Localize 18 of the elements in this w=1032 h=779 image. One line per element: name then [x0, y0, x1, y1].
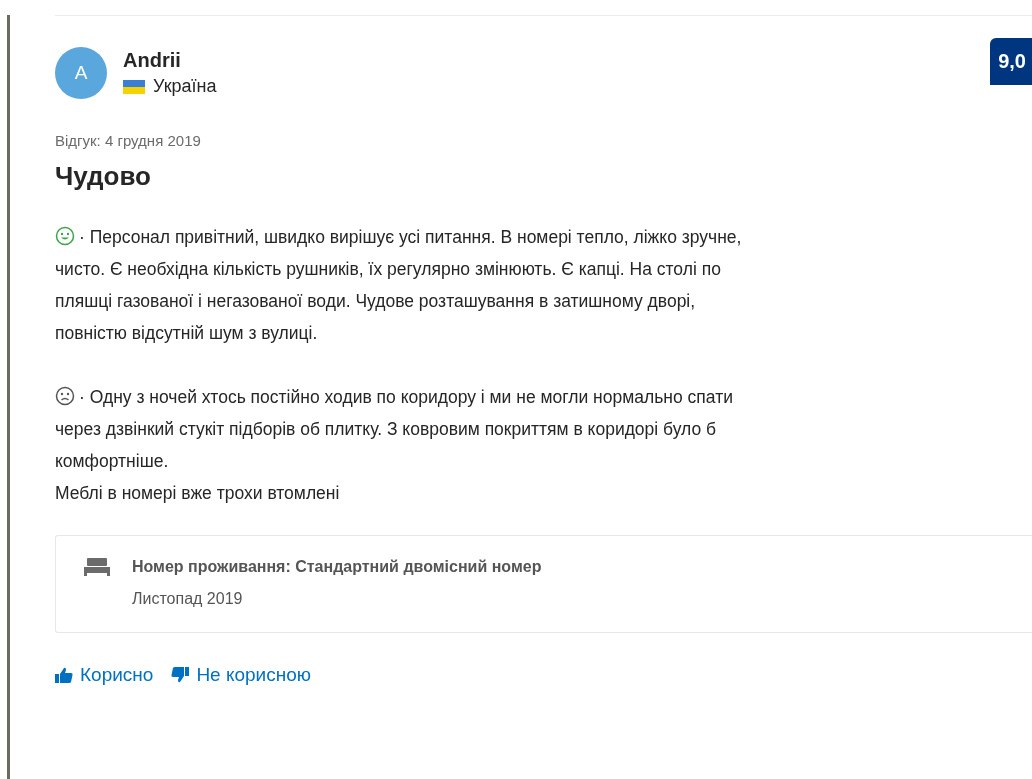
positive-comment: · Персонал привітний, швидко вирішує усі питання. В номері тепло, ліжко зручне, чисто. Є необхідна кількість рушників, їх регулярно змінюють. Є капці. На столі по пляшці газованої і негазованої води. Чудове розташування в затишному дворі, повністю відсутній шум з вулиці. — [55, 225, 743, 345]
flag-icon — [123, 79, 145, 94]
bed-icon — [84, 558, 110, 576]
review-title: Чудово — [55, 161, 152, 192]
review-date: Відгук: 4 грудня 2019 — [55, 132, 202, 149]
thumbs-down-icon — [171, 667, 190, 683]
helpful-button[interactable]: Корисно — [55, 664, 154, 686]
not-helpful-button[interactable]: Не корисною — [171, 664, 312, 686]
thumbs-up-icon — [55, 667, 73, 683]
score-badge: 9,0 — [990, 38, 1032, 85]
room-type: Номер проживання: Стандартний двомісний номер — [132, 558, 542, 576]
frown-icon — [55, 386, 75, 406]
smile-icon — [55, 226, 75, 246]
user-avatar: A — [55, 47, 107, 99]
negative-comment: · Одну з ночей хтось постійно ходив по коридору і ми не могли нормально спати через дзвінкий стукіт підборів об плитку. З ковровим покриттям в коридорі було б комфортніше. Меблі в номері вже трохи втомлені — [55, 385, 734, 505]
reviewer-country: Україна — [153, 76, 217, 97]
stay-date: Листопад 2019 — [132, 590, 244, 608]
reviewer-name: Andrii — [123, 49, 182, 72]
